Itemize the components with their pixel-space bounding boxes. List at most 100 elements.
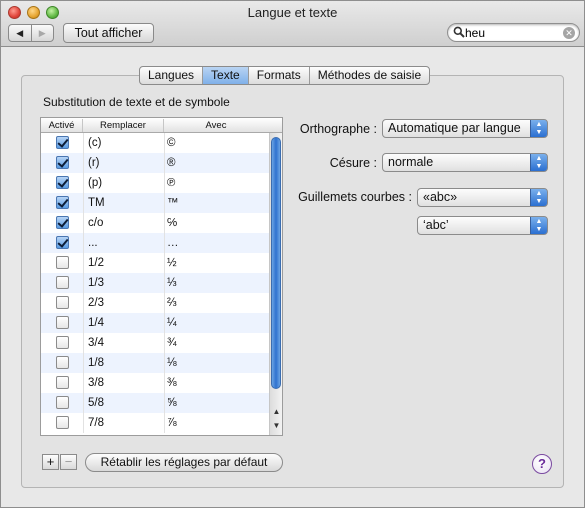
with-cell[interactable]: ⅓ <box>167 273 177 293</box>
with-cell[interactable]: ⅞ <box>167 413 177 433</box>
with-cell[interactable]: ⅛ <box>167 353 177 373</box>
active-checkbox[interactable] <box>56 376 69 389</box>
table-row[interactable]: TM ™ <box>41 193 269 213</box>
tab-texte[interactable]: Texte <box>203 67 249 84</box>
active-checkbox[interactable] <box>56 176 69 189</box>
table-row[interactable]: (p) ℗ <box>41 173 269 193</box>
with-cell[interactable]: ¼ <box>167 313 177 333</box>
replace-cell[interactable]: 1/3 <box>88 273 104 293</box>
table-row[interactable]: (c) © <box>41 133 269 153</box>
column-divider <box>164 273 165 293</box>
tab-formats[interactable]: Formats <box>249 67 310 84</box>
column-divider <box>83 353 84 373</box>
active-checkbox[interactable] <box>56 256 69 269</box>
clear-search-icon[interactable]: ✕ <box>563 27 575 39</box>
active-checkbox[interactable] <box>56 296 69 309</box>
table-scrollbar[interactable]: ▲ ▼ <box>269 133 282 435</box>
with-cell[interactable]: ⅝ <box>167 393 177 413</box>
active-checkbox[interactable] <box>56 396 69 409</box>
double-quotes-popup[interactable]: «abc» ▲ ▼ <box>417 188 548 207</box>
table-row[interactable]: 7/8 ⅞ <box>41 413 269 433</box>
active-checkbox[interactable] <box>56 336 69 349</box>
substitution-section-title: Substitution de texte et de symbole <box>43 95 230 109</box>
replace-cell[interactable]: 1/8 <box>88 353 104 373</box>
replace-cell[interactable]: 7/8 <box>88 413 104 433</box>
replace-cell[interactable]: (c) <box>88 133 101 153</box>
table-row[interactable]: 3/8 ⅜ <box>41 373 269 393</box>
double-quotes-popup-value: «abc» <box>423 190 458 204</box>
with-cell[interactable]: ⅔ <box>167 293 177 313</box>
column-divider <box>83 193 84 213</box>
active-checkbox[interactable] <box>56 216 69 229</box>
column-header-active[interactable]: Activé <box>41 119 83 132</box>
column-divider <box>83 173 84 193</box>
show-all-button[interactable]: Tout afficher <box>63 23 154 43</box>
table-row[interactable]: 1/4 ¼ <box>41 313 269 333</box>
forward-arrow-icon[interactable]: ▶ <box>32 25 54 41</box>
table-row[interactable]: 2/3 ⅔ <box>41 293 269 313</box>
scroll-up-arrow-icon[interactable]: ▲ <box>272 407 281 416</box>
active-checkbox[interactable] <box>56 156 69 169</box>
table-row[interactable]: c/o ℅ <box>41 213 269 233</box>
table-row[interactable]: 3/4 ¾ <box>41 333 269 353</box>
search-field[interactable]: ✕ <box>447 23 580 42</box>
tab-methodes-de-saisie[interactable]: Méthodes de saisie <box>310 67 429 84</box>
column-divider <box>83 213 84 233</box>
table-row[interactable]: ... … <box>41 233 269 253</box>
with-cell[interactable]: ½ <box>167 253 177 273</box>
spelling-popup[interactable]: Automatique par langue ▲ ▼ <box>382 119 548 138</box>
replace-cell[interactable]: 3/4 <box>88 333 104 353</box>
hyphenation-label: Césure : <box>329 156 377 170</box>
replace-cell[interactable]: c/o <box>88 213 103 233</box>
with-cell[interactable]: ℅ <box>167 213 177 233</box>
column-divider <box>83 313 84 333</box>
with-cell[interactable]: … <box>167 233 179 253</box>
column-divider <box>164 413 165 433</box>
scroll-down-arrow-icon[interactable]: ▼ <box>272 421 281 430</box>
column-divider <box>83 133 84 153</box>
back-arrow-icon[interactable]: ◀ <box>9 25 32 41</box>
replace-cell[interactable]: 1/4 <box>88 313 104 333</box>
active-checkbox[interactable] <box>56 196 69 209</box>
tab-bar: Langues Texte Formats Méthodes de saisie <box>139 66 431 85</box>
active-checkbox[interactable] <box>56 276 69 289</box>
replace-cell[interactable]: 3/8 <box>88 373 104 393</box>
with-cell[interactable]: © <box>167 133 175 153</box>
active-checkbox[interactable] <box>56 236 69 249</box>
column-header-with[interactable]: Avec <box>164 119 268 132</box>
replace-cell[interactable]: 5/8 <box>88 393 104 413</box>
active-checkbox[interactable] <box>56 316 69 329</box>
active-checkbox[interactable] <box>56 356 69 369</box>
single-quotes-popup[interactable]: ‘abc’ ▲ ▼ <box>417 216 548 235</box>
with-cell[interactable]: ℗ <box>167 173 175 193</box>
table-row[interactable]: 1/3 ⅓ <box>41 273 269 293</box>
column-divider <box>164 133 165 153</box>
table-row[interactable]: 1/2 ½ <box>41 253 269 273</box>
replace-cell[interactable]: (r) <box>88 153 100 173</box>
with-cell[interactable]: ™ <box>167 193 179 213</box>
with-cell[interactable]: ⅜ <box>167 373 177 393</box>
add-substitution-button[interactable]: + <box>42 454 59 470</box>
active-checkbox[interactable] <box>56 416 69 429</box>
column-divider <box>164 193 165 213</box>
replace-cell[interactable]: ... <box>88 233 98 253</box>
with-cell[interactable]: ¾ <box>167 333 177 353</box>
hyphenation-popup[interactable]: normale ▲ ▼ <box>382 153 548 172</box>
with-cell[interactable]: ® <box>167 153 175 173</box>
search-input[interactable] <box>465 25 560 40</box>
table-row[interactable]: 1/8 ⅛ <box>41 353 269 373</box>
scrollbar-thumb[interactable] <box>271 137 281 389</box>
remove-substitution-button[interactable]: − <box>60 454 77 470</box>
tab-langues[interactable]: Langues <box>140 67 204 84</box>
help-icon[interactable]: ? <box>532 454 552 474</box>
reset-defaults-button[interactable]: Rétablir les réglages par défaut <box>85 453 283 472</box>
replace-cell[interactable]: TM <box>88 193 105 213</box>
table-row[interactable]: 5/8 ⅝ <box>41 393 269 413</box>
column-divider <box>164 313 165 333</box>
active-checkbox[interactable] <box>56 136 69 149</box>
column-header-replace[interactable]: Remplacer <box>83 119 164 132</box>
replace-cell[interactable]: 2/3 <box>88 293 104 313</box>
replace-cell[interactable]: 1/2 <box>88 253 104 273</box>
table-row[interactable]: (r) ® <box>41 153 269 173</box>
replace-cell[interactable]: (p) <box>88 173 102 193</box>
